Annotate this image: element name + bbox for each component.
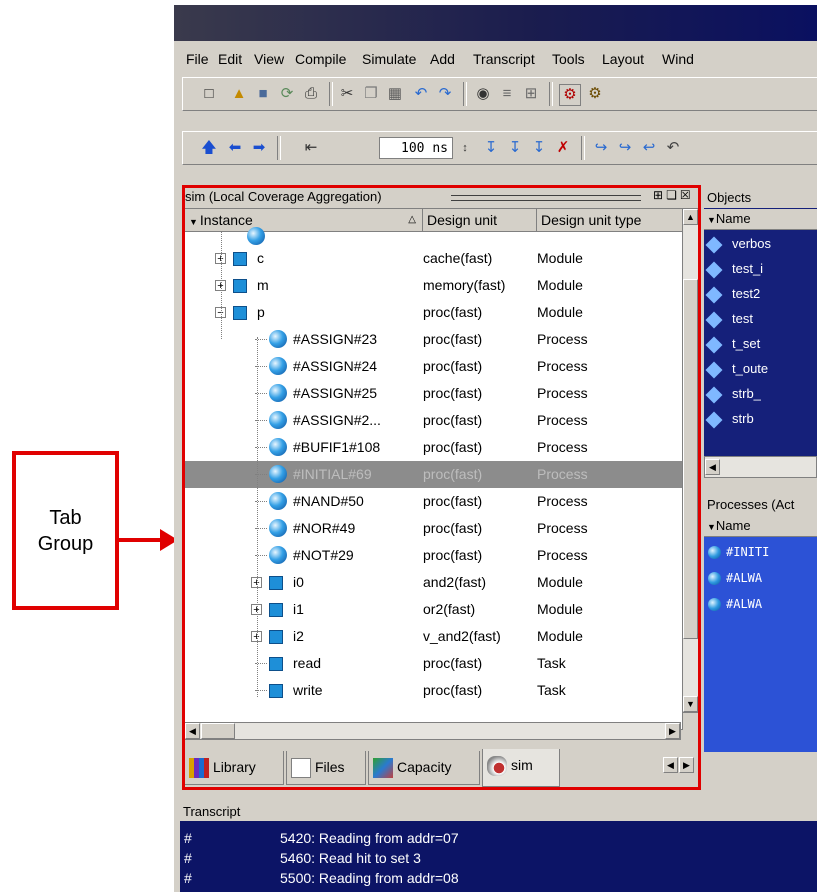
save-icon[interactable]: ■: [253, 84, 273, 104]
signal-diamond-icon: [705, 411, 723, 429]
callout-line-1: Tab: [49, 506, 82, 529]
signal-diamond-icon: [705, 286, 723, 304]
menu-edit[interactable]: Edit: [218, 51, 242, 67]
processes-list: #INITI #ALWA #ALWA: [704, 537, 817, 752]
signal-diamond-icon: [705, 311, 723, 329]
menu-layout[interactable]: Layout: [602, 51, 644, 67]
process-icon: [708, 572, 721, 585]
object-item[interactable]: t_oute: [705, 361, 768, 385]
toolbar-separator: [463, 82, 467, 106]
objects-horizontal-scrollbar[interactable]: ◀: [704, 456, 817, 478]
find-icon[interactable]: ◉: [473, 84, 493, 104]
run-length-spinner[interactable]: ↕: [455, 138, 475, 158]
run-length-input[interactable]: 100 ns: [379, 137, 453, 159]
undo-icon[interactable]: ↶: [411, 84, 431, 104]
menu-view[interactable]: View: [254, 51, 284, 67]
processes-column-name[interactable]: ▼Name: [704, 516, 817, 537]
object-item[interactable]: test: [705, 311, 753, 335]
break-icon[interactable]: ✗: [553, 138, 573, 158]
paste-icon[interactable]: ▦: [385, 84, 405, 104]
processes-panel: Processes (Act ▼Name #INITI #ALWA #ALWA: [704, 495, 817, 765]
continue-run-icon[interactable]: ↧: [505, 138, 525, 158]
step-back-icon[interactable]: ↶: [663, 138, 683, 158]
step-out-icon[interactable]: ↩: [639, 138, 659, 158]
copy-icon[interactable]: ❐: [361, 84, 381, 104]
process-icon: [708, 598, 721, 611]
toolbar-separator: [549, 82, 553, 106]
restart-icon[interactable]: ⇤: [301, 138, 321, 158]
simulation-toolbar: 🡅 ⬅ ➡ ⇤ 100 ns ↕ ↧ ↧ ↧ ✗ ↪ ↪ ↩ ↶: [182, 131, 817, 165]
title-bar: [174, 5, 817, 41]
tab-group-callout: Tab Group: [12, 451, 119, 610]
transcript-title: Transcript: [180, 802, 817, 821]
menu-transcript[interactable]: Transcript: [473, 51, 535, 67]
step-over-icon[interactable]: ↪: [615, 138, 635, 158]
expand-icon[interactable]: ⊞: [521, 84, 541, 104]
transcript-line: #5500: Reading from addr=08: [184, 870, 459, 886]
run-all-icon[interactable]: ↧: [529, 138, 549, 158]
transcript-line: #5420: Reading from addr=07: [184, 830, 459, 846]
menu-window[interactable]: Wind: [662, 51, 694, 67]
compile-gear-icon[interactable]: ⚙: [559, 84, 581, 106]
object-item[interactable]: strb_: [705, 386, 761, 410]
menu-bar: File Edit View Compile Simulate Add Tran…: [174, 45, 817, 73]
signal-diamond-icon: [705, 261, 723, 279]
object-item[interactable]: test_i: [705, 261, 763, 285]
objects-column-name[interactable]: ▼Name: [704, 209, 817, 230]
objects-title: Objects: [704, 188, 817, 208]
collapse-icon[interactable]: ≡: [497, 84, 517, 104]
toolbar-separator: [329, 82, 333, 106]
redo-icon[interactable]: ↷: [435, 84, 455, 104]
signal-diamond-icon: [705, 336, 723, 354]
process-item[interactable]: #ALWA: [708, 597, 762, 619]
object-item[interactable]: strb: [705, 411, 754, 435]
print-icon[interactable]: ⎙: [301, 84, 321, 104]
scroll-left-icon[interactable]: ◀: [705, 459, 720, 475]
menu-tools[interactable]: Tools: [552, 51, 585, 67]
signal-diamond-icon: [705, 386, 723, 404]
up-arrow-icon[interactable]: 🡅: [199, 138, 219, 158]
transcript-line: #5460: Read hit to set 3: [184, 850, 421, 866]
new-file-icon[interactable]: □: [199, 84, 219, 104]
menu-compile[interactable]: Compile: [295, 51, 346, 67]
cut-icon[interactable]: ✂: [337, 84, 357, 104]
signal-diamond-icon: [705, 236, 723, 254]
object-item[interactable]: verbos: [705, 236, 771, 260]
standard-toolbar: □ ▲ ■ ⟳ ⎙ ✂ ❐ ▦ ↶ ↷ ◉ ≡ ⊞ ⚙ ⚙: [182, 77, 817, 111]
menu-file[interactable]: File: [186, 51, 209, 67]
object-item[interactable]: test2: [705, 286, 760, 310]
tab-group-highlight: [182, 185, 701, 790]
open-folder-icon[interactable]: ▲: [229, 84, 249, 104]
compile-all-icon[interactable]: ⚙: [585, 84, 605, 104]
process-icon: [708, 546, 721, 559]
menu-add[interactable]: Add: [430, 51, 455, 67]
modelsim-window: File Edit View Compile Simulate Add Tran…: [174, 5, 817, 892]
process-item[interactable]: #ALWA: [708, 571, 762, 593]
process-item[interactable]: #INITI: [708, 545, 769, 567]
back-arrow-icon[interactable]: ⬅: [225, 138, 245, 158]
forward-arrow-icon[interactable]: ➡: [249, 138, 269, 158]
processes-title: Processes (Act: [704, 495, 817, 515]
object-item[interactable]: t_set: [705, 336, 760, 360]
toolbar-separator: [581, 136, 585, 160]
signal-diamond-icon: [705, 361, 723, 379]
callout-line-2: Group: [37, 532, 94, 555]
callout-arrow-line: [119, 538, 161, 542]
step-icon[interactable]: ↪: [591, 138, 611, 158]
reload-icon[interactable]: ⟳: [277, 84, 297, 104]
run-icon[interactable]: ↧: [481, 138, 501, 158]
menu-simulate[interactable]: Simulate: [362, 51, 416, 67]
toolbar-separator: [277, 136, 281, 160]
transcript-panel: Transcript #5420: Reading from addr=07 #…: [180, 802, 817, 892]
objects-panel: Objects ▼Name verbos test_i test2 test t_set…: [704, 188, 817, 456]
